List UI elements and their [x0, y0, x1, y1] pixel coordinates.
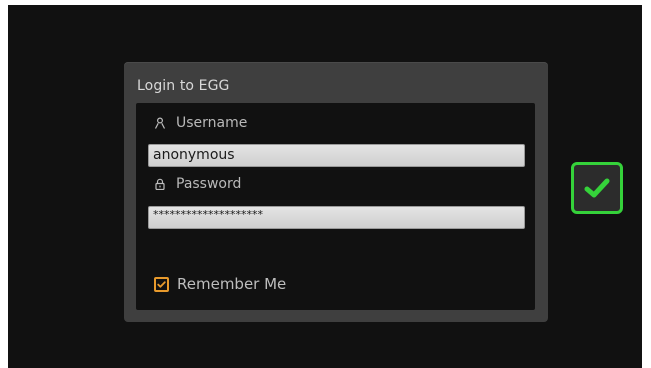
remember-me-label: Remember Me	[177, 275, 287, 293]
login-panel: Username anonymous Password ************…	[136, 103, 535, 310]
password-label: Password	[176, 176, 242, 192]
confirm-login-button[interactable]	[571, 162, 623, 214]
username-input[interactable]: anonymous	[148, 144, 525, 167]
tv-screen: Login to EGG Username anonymous Password…	[8, 5, 642, 368]
username-label: Username	[176, 115, 248, 131]
login-dialog: Login to EGG Username anonymous Password…	[124, 62, 548, 322]
remember-me-option[interactable]: Remember Me	[154, 275, 286, 293]
password-input[interactable]: ********************	[148, 206, 525, 229]
remember-me-checkbox[interactable]	[154, 276, 169, 292]
dialog-title: Login to EGG	[137, 78, 230, 94]
lock-icon	[154, 178, 166, 191]
checkmark-icon	[584, 178, 610, 198]
username-label-row: Username	[154, 115, 247, 131]
password-label-row: Password	[154, 176, 241, 192]
user-icon	[154, 117, 166, 129]
checkmark-small-icon	[157, 280, 166, 288]
